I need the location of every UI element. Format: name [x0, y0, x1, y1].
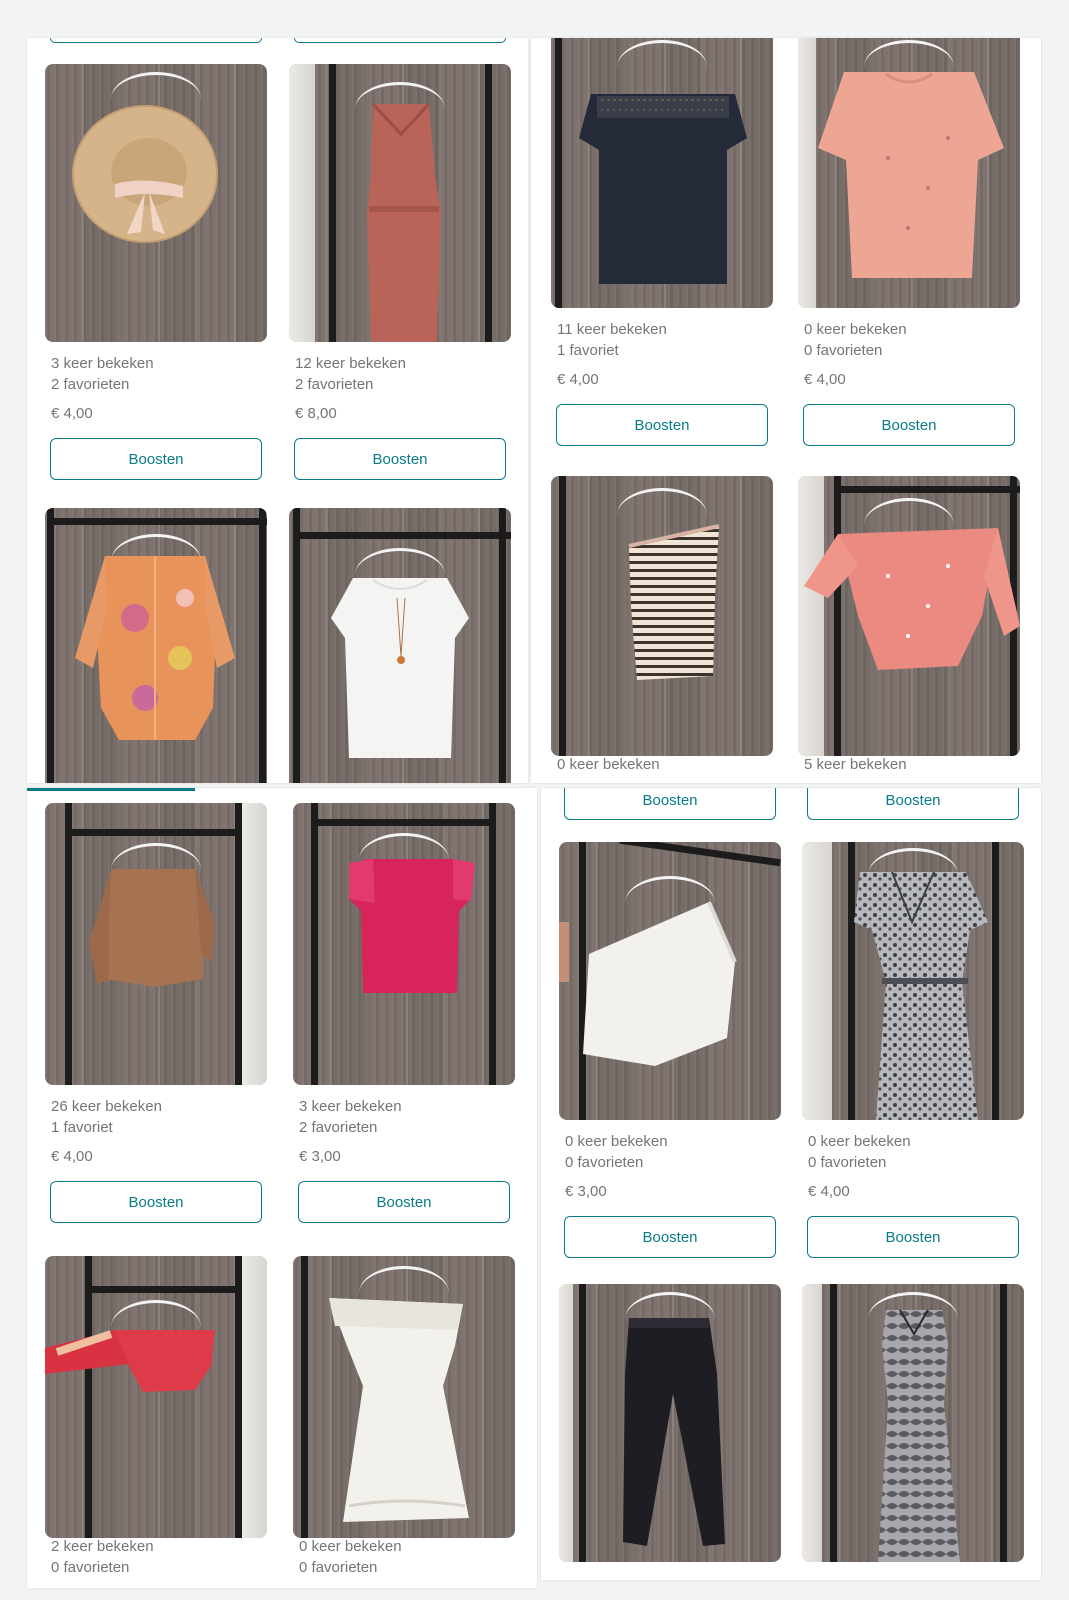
- item-photo[interactable]: [45, 1256, 267, 1538]
- boost-button[interactable]: Boosten: [294, 438, 506, 480]
- listing-card[interactable]: [559, 1284, 781, 1562]
- listing-card[interactable]: 26 keer bekeken 1 favoriet € 4,00 Booste…: [45, 803, 267, 1223]
- listing-panel-4: Boosten Boosten 0 keer bekeken 0 favorie…: [541, 788, 1041, 1580]
- black-leggings-image: [623, 1318, 725, 1546]
- item-photo[interactable]: [45, 508, 267, 783]
- floral-kimono-image: [75, 556, 235, 740]
- view-count: 0 keer bekeken: [808, 1133, 911, 1150]
- boost-label: Boosten: [885, 792, 941, 809]
- listing-card[interactable]: 12 keer bekeken 2 favorieten € 8,00 Boos…: [289, 64, 511, 480]
- favorite-count: 1 favoriet: [51, 1119, 113, 1136]
- listing-card[interactable]: 11 keer bekeken 1 favoriet € 4,00 Booste…: [551, 38, 773, 446]
- item-photo[interactable]: [551, 476, 773, 756]
- white-tunic-image: [331, 578, 469, 758]
- navy-lace-top-image: [579, 94, 747, 284]
- favorite-count: 0 favorieten: [804, 342, 883, 359]
- pink-tshirt-image: [818, 72, 1004, 278]
- item-photo[interactable]: [551, 38, 773, 308]
- listing-panel-2: 11 keer bekeken 1 favoriet € 4,00 Booste…: [531, 38, 1041, 783]
- listing-card[interactable]: [45, 508, 267, 783]
- price: € 3,00: [299, 1148, 341, 1165]
- listing-card[interactable]: [289, 508, 511, 783]
- price: € 4,00: [808, 1183, 850, 1200]
- view-count: 12 keer bekeken: [295, 355, 406, 372]
- listing-card[interactable]: 0 keer bekeken 0 favorieten € 4,00 Boost…: [802, 842, 1024, 1258]
- item-photo[interactable]: [293, 1256, 515, 1538]
- red-offshoulder-crop-image: [45, 1330, 215, 1392]
- favorite-count: 2 favorieten: [299, 1119, 378, 1136]
- camel-sweater-image: [89, 869, 215, 987]
- scroll-progress-bar: [27, 788, 195, 791]
- item-photo[interactable]: [559, 1284, 781, 1562]
- boost-button[interactable]: Boosten: [556, 404, 768, 446]
- listing-card[interactable]: [551, 476, 773, 756]
- boost-button-clipped[interactable]: [294, 38, 506, 43]
- item-photo[interactable]: [802, 842, 1024, 1120]
- boost-button[interactable]: Boosten: [298, 1181, 510, 1223]
- leopard-maxi-dress-image: [854, 871, 988, 1120]
- boost-button-clipped[interactable]: Boosten: [564, 788, 776, 820]
- view-count: 3 keer bekeken: [299, 1098, 402, 1115]
- price: € 4,00: [557, 371, 599, 388]
- card-stats-partial: 2 keer bekeken 0 favorieten: [51, 1536, 154, 1578]
- boost-button[interactable]: Boosten: [50, 438, 262, 480]
- coral-offshoulder-top-image: [804, 528, 1020, 670]
- view-count: 0 keer bekeken: [299, 1538, 402, 1555]
- price: € 3,00: [565, 1183, 607, 1200]
- item-photo[interactable]: [289, 508, 511, 783]
- straw-hat-image: [72, 105, 218, 243]
- listing-card[interactable]: [798, 476, 1020, 756]
- view-count: 11 keer bekeken: [557, 321, 667, 338]
- view-count: 2 keer bekeken: [51, 1538, 154, 1555]
- favorite-count: 0 favorieten: [51, 1559, 130, 1576]
- view-count: 3 keer bekeken: [51, 355, 154, 372]
- view-count: 0 keer bekeken: [565, 1133, 668, 1150]
- view-count: 0 keer bekeken: [804, 321, 907, 338]
- item-photo[interactable]: [45, 803, 267, 1085]
- favorite-count: 2 favorieten: [51, 376, 130, 393]
- price: € 4,00: [51, 405, 93, 422]
- white-lace-dress-image: [329, 1298, 469, 1522]
- item-photo[interactable]: [802, 1284, 1024, 1562]
- view-count: 5 keer bekeken: [804, 756, 907, 773]
- listing-card[interactable]: [293, 1256, 515, 1538]
- item-photo[interactable]: [798, 476, 1020, 756]
- boost-button[interactable]: Boosten: [50, 1181, 262, 1223]
- boost-button-clipped[interactable]: [50, 38, 262, 43]
- rust-maxi-dress-image: [367, 102, 441, 342]
- card-stats-partial: 0 keer bekeken 0 favorieten: [299, 1536, 402, 1578]
- snake-print-dress-image: [878, 1309, 960, 1562]
- favorite-count: 0 favorieten: [808, 1154, 887, 1171]
- favorite-count: 1 favoriet: [557, 342, 619, 359]
- listing-card[interactable]: 3 keer bekeken 2 favorieten € 4,00 Boost…: [45, 64, 267, 480]
- listing-card[interactable]: 0 keer bekeken 0 favorieten € 3,00 Boost…: [559, 842, 781, 1258]
- view-count: 0 keer bekeken: [557, 756, 660, 773]
- favorite-count: 2 favorieten: [295, 376, 374, 393]
- price: € 4,00: [804, 371, 846, 388]
- item-photo[interactable]: [45, 64, 267, 342]
- listing-panel-3: 26 keer bekeken 1 favoriet € 4,00 Booste…: [27, 788, 537, 1588]
- boost-button-clipped[interactable]: Boosten: [807, 788, 1019, 820]
- price: € 4,00: [51, 1148, 93, 1165]
- boost-button[interactable]: Boosten: [803, 404, 1015, 446]
- listing-card[interactable]: [802, 1284, 1024, 1562]
- favorite-count: 0 favorieten: [565, 1154, 644, 1171]
- fuchsia-blouse-image: [349, 859, 475, 993]
- view-count: 26 keer bekeken: [51, 1098, 162, 1115]
- listing-card[interactable]: 0 keer bekeken 0 favorieten € 4,00 Boost…: [798, 38, 1020, 446]
- item-photo[interactable]: [289, 64, 511, 342]
- listing-card[interactable]: [45, 1256, 267, 1538]
- price: € 8,00: [295, 405, 337, 422]
- white-one-shoulder-top-image: [559, 901, 737, 1066]
- listing-panel-1: 3 keer bekeken 2 favorieten € 4,00 Boost…: [27, 38, 528, 783]
- item-photo[interactable]: [798, 38, 1020, 308]
- striped-top-image: [628, 524, 720, 680]
- item-photo[interactable]: [293, 803, 515, 1085]
- listing-card[interactable]: 3 keer bekeken 2 favorieten € 3,00 Boost…: [293, 803, 515, 1223]
- boost-button[interactable]: Boosten: [564, 1216, 776, 1258]
- favorite-count: 0 favorieten: [299, 1559, 378, 1576]
- item-photo[interactable]: [559, 842, 781, 1120]
- boost-button[interactable]: Boosten: [807, 1216, 1019, 1258]
- boost-label: Boosten: [642, 792, 698, 809]
